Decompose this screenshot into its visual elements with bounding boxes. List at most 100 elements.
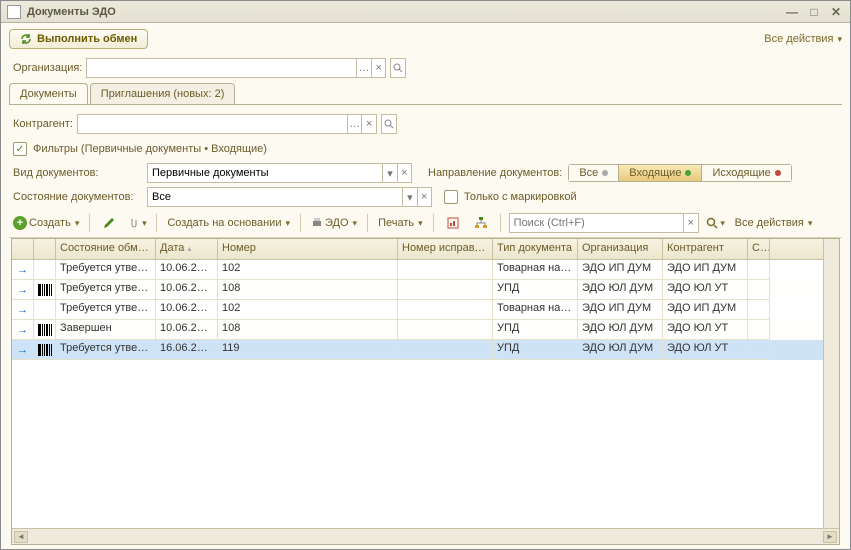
arrow-right-icon: → xyxy=(17,264,28,276)
magnifier-icon xyxy=(393,63,403,73)
search-input[interactable] xyxy=(510,214,683,232)
table-row[interactable]: → Требуется утвер... 10.06.2020 102 Това… xyxy=(12,260,823,280)
grid-hscrollbar[interactable]: ◄ ► xyxy=(12,528,839,544)
grid-vscrollbar[interactable] xyxy=(823,239,839,528)
filters-row: ✓ Фильтры (Первичные документы • Входящи… xyxy=(9,137,842,161)
titlebar: Документы ЭДО — □ ✕ xyxy=(1,1,850,23)
arrow-right-icon: → xyxy=(17,344,28,356)
all-actions-grid[interactable]: Все действия xyxy=(733,217,815,229)
window-title: Документы ЭДО xyxy=(27,6,784,18)
minimize-button[interactable]: — xyxy=(784,5,800,19)
direction-all[interactable]: Все xyxy=(568,164,619,182)
state-label: Состояние документов: xyxy=(13,191,141,203)
counterparty-clear-button[interactable]: × xyxy=(361,115,376,133)
grid-body[interactable]: → Требуется утвер... 10.06.2020 102 Това… xyxy=(12,260,823,528)
direction-incoming[interactable]: Входящие xyxy=(619,164,702,182)
printer-icon xyxy=(311,217,323,229)
plus-icon: + xyxy=(13,216,27,230)
table-row[interactable]: → Требуется утвер... 10.06.2020 102 Това… xyxy=(12,300,823,320)
search-menu-button[interactable] xyxy=(705,213,727,233)
tree-icon xyxy=(474,216,488,230)
create-button[interactable]: + Создать xyxy=(11,216,81,230)
marking-checkbox[interactable] xyxy=(444,190,458,204)
scroll-right-button[interactable]: ► xyxy=(823,531,837,543)
exchange-button[interactable]: Выполнить обмен xyxy=(9,29,148,49)
col-c6[interactable]: Номер исправле... xyxy=(398,239,493,259)
org-lookup-button[interactable] xyxy=(390,58,406,78)
close-button[interactable]: ✕ xyxy=(828,5,844,19)
arrow-right-icon: → xyxy=(17,324,28,336)
col-c4[interactable]: Дата ▴ xyxy=(156,239,218,259)
state-row: Состояние документов: ▾ × Только с марки… xyxy=(9,185,842,209)
search-box: × xyxy=(509,213,699,233)
more-menu-button[interactable] xyxy=(126,213,148,233)
counterparty-lookup-button[interactable] xyxy=(381,114,397,134)
doc-type-input[interactable] xyxy=(148,164,382,182)
grid-header: Состояние обменаДата ▴НомерНомер исправл… xyxy=(12,239,823,260)
create-based-button[interactable]: Создать на основании xyxy=(165,217,292,229)
counterparty-ellipsis-button[interactable]: … xyxy=(347,115,362,133)
maximize-button[interactable]: □ xyxy=(806,5,822,19)
barcode-icon xyxy=(38,284,52,296)
tree-button[interactable] xyxy=(470,213,492,233)
table-row[interactable]: → Требуется утвер... 10.06.2020 108 УПД … xyxy=(12,280,823,300)
direction-label: Направление документов: xyxy=(428,167,562,179)
barcode-icon xyxy=(38,324,52,336)
col-c5[interactable]: Номер xyxy=(218,239,398,259)
direction-outgoing[interactable]: Исходящие xyxy=(702,164,791,182)
counterparty-input-group: … × xyxy=(77,114,377,134)
edo-menu-button[interactable]: ЭДО xyxy=(309,217,359,229)
doc-type-clear-button[interactable]: × xyxy=(397,164,411,182)
top-toolbar: Выполнить обмен Все действия xyxy=(1,23,850,55)
col-c1[interactable] xyxy=(12,239,34,259)
org-ellipsis-button[interactable]: … xyxy=(356,59,371,77)
pencil-icon xyxy=(102,216,116,230)
org-input[interactable] xyxy=(87,59,356,77)
barcode-icon xyxy=(38,344,52,356)
scroll-left-button[interactable]: ◄ xyxy=(14,531,28,543)
col-c2[interactable] xyxy=(34,239,56,259)
counterparty-row: Контрагент: … × xyxy=(9,111,842,137)
magnifier-icon xyxy=(706,217,718,229)
col-c10[interactable]: Су xyxy=(748,239,770,259)
all-actions-top[interactable]: Все действия xyxy=(764,33,842,45)
doc-type-dropdown-button[interactable]: ▾ xyxy=(382,164,396,182)
document-icon xyxy=(7,5,21,19)
grid-toolbar: + Создать Создать на основании ЭДО Печат… xyxy=(9,209,842,238)
filters-label: Фильтры (Первичные документы • Входящие) xyxy=(33,143,267,155)
documents-grid: Состояние обменаДата ▴НомерНомер исправл… xyxy=(11,238,840,545)
tab-documents[interactable]: Документы xyxy=(9,83,88,104)
report-button[interactable] xyxy=(442,213,464,233)
state-select[interactable]: ▾ × xyxy=(147,187,432,207)
exchange-label: Выполнить обмен xyxy=(37,33,137,45)
state-clear-button[interactable]: × xyxy=(417,188,431,206)
doc-type-select[interactable]: ▾ × xyxy=(147,163,412,183)
counterparty-label: Контрагент: xyxy=(13,118,73,130)
state-input[interactable] xyxy=(148,188,402,206)
tab-invitations[interactable]: Приглашения (новых: 2) xyxy=(90,83,236,104)
col-c9[interactable]: Контрагент xyxy=(663,239,748,259)
org-input-group: … × xyxy=(86,58,386,78)
table-row[interactable]: → Завершен 10.06.2020 108 УПД ЭДО ЮЛ ДУМ… xyxy=(12,320,823,340)
report-icon xyxy=(446,216,460,230)
col-c8[interactable]: Организация xyxy=(578,239,663,259)
arrow-right-icon: → xyxy=(17,284,28,296)
col-c3[interactable]: Состояние обмена xyxy=(56,239,156,259)
org-label: Организация: xyxy=(13,62,82,74)
paperclip-icon xyxy=(128,217,140,229)
search-clear-button[interactable]: × xyxy=(683,214,698,232)
direction-group: Все Входящие Исходящие xyxy=(568,164,791,182)
edit-button[interactable] xyxy=(98,213,120,233)
counterparty-input[interactable] xyxy=(78,115,347,133)
state-dropdown-button[interactable]: ▾ xyxy=(402,188,416,206)
app-window: Документы ЭДО — □ ✕ Выполнить обмен Все … xyxy=(0,0,851,550)
filters-checkbox[interactable]: ✓ xyxy=(13,142,27,156)
tab-body: Контрагент: … × ✓ Фильтры (Первичные док… xyxy=(9,104,842,549)
table-row[interactable]: → Требуется утвер... 16.06.2020 119 УПД … xyxy=(12,340,823,360)
print-menu-button[interactable]: Печать xyxy=(376,217,425,229)
tabs: Документы Приглашения (новых: 2) xyxy=(9,83,842,104)
doc-type-label: Вид документов: xyxy=(13,167,141,179)
marking-label: Только с маркировкой xyxy=(464,191,577,203)
col-c7[interactable]: Тип документа xyxy=(493,239,578,259)
org-clear-button[interactable]: × xyxy=(371,59,386,77)
